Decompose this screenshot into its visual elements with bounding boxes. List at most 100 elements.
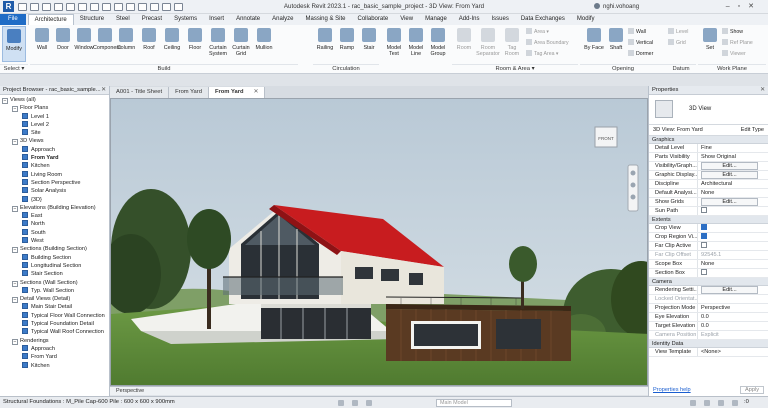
tag-icon[interactable] — [102, 2, 111, 11]
browser-item[interactable]: Longitudinal Section — [0, 261, 109, 270]
ribbon-tab-massing-site[interactable]: Massing & Site — [299, 14, 351, 25]
projection-mode-label[interactable]: Perspective — [116, 388, 144, 394]
model-text-button[interactable]: Model Text — [382, 26, 406, 62]
browser-item[interactable]: Typical Foundation Detail — [0, 320, 109, 328]
room-area-panel-label[interactable]: Room & Area ▾ — [452, 64, 578, 73]
ribbon-tab-systems[interactable]: Systems — [168, 14, 203, 25]
checkbox[interactable] — [701, 269, 707, 275]
stair-button[interactable]: Stair — [357, 26, 381, 62]
browser-item[interactable]: − Renderings — [0, 337, 109, 345]
property-value[interactable]: Fine — [697, 144, 758, 152]
opening-dormer-button[interactable]: Dormer — [628, 50, 653, 58]
ribbon-tab-data-exchanges[interactable]: Data Exchanges — [515, 14, 571, 25]
properties-help-link[interactable]: Properties help — [653, 387, 691, 393]
modify-button[interactable]: Modify — [2, 26, 26, 62]
open-icon[interactable] — [18, 2, 27, 11]
column-button[interactable]: Column — [114, 26, 138, 62]
opening-vertical-button[interactable]: Vertical — [628, 39, 653, 47]
opening-wall-button[interactable]: Wall — [628, 28, 646, 36]
browser-item[interactable]: − Sections (Wall Section) — [0, 279, 109, 287]
shaft-button[interactable]: Shaft — [604, 26, 628, 62]
railing-button[interactable]: Railing — [313, 26, 337, 62]
browser-item[interactable]: From Yard — [0, 154, 109, 162]
document-tab[interactable]: From Yard — [169, 87, 209, 98]
ribbon-tab-file[interactable]: File — [0, 14, 26, 25]
ribbon-tab-annotate[interactable]: Annotate — [230, 14, 266, 25]
measure-icon[interactable] — [78, 2, 87, 11]
browser-item[interactable]: −3D Views — [0, 137, 109, 146]
property-value[interactable]: None — [697, 189, 758, 197]
select-pinned-icon[interactable] — [718, 400, 724, 406]
browser-item[interactable]: Building Section — [0, 253, 109, 262]
apply-button[interactable]: Apply — [740, 386, 764, 394]
browser-item[interactable]: Level 1 — [0, 112, 109, 121]
text-icon[interactable] — [114, 2, 123, 11]
thin-lines-icon[interactable] — [150, 2, 159, 11]
browser-item[interactable]: From Yard — [0, 353, 109, 361]
close-icon[interactable]: ✕ — [760, 86, 765, 95]
ramp-button[interactable]: Ramp — [335, 26, 359, 62]
model-line-button[interactable]: Model Line — [404, 26, 428, 62]
tag-room-button[interactable]: Tag Room — [500, 26, 524, 62]
browser-item[interactable]: − Elevations (Building Elevation) — [0, 204, 109, 212]
ribbon-tab-collaborate[interactable]: Collaborate — [352, 14, 395, 25]
user-name[interactable]: nghi.vohoang — [594, 3, 639, 10]
section-icon[interactable] — [138, 2, 147, 11]
window-controls[interactable]: –▫✕ — [726, 2, 762, 10]
select-links-icon[interactable] — [690, 400, 696, 406]
browser-item[interactable]: South — [0, 228, 109, 237]
edit-button[interactable]: Edit... — [701, 286, 758, 294]
edit-type-button[interactable]: Edit Type — [741, 127, 768, 133]
property-value[interactable]: 0.0 — [697, 322, 758, 330]
instance-selector[interactable]: 3D View: From Yard — [649, 127, 741, 133]
collapse-toggle-icon[interactable]: − — [2, 98, 8, 104]
undo-icon[interactable] — [42, 2, 51, 11]
document-tab[interactable]: From Yard ✕ — [208, 87, 266, 98]
save-icon[interactable] — [30, 2, 39, 11]
browser-item[interactable]: Site — [0, 129, 109, 137]
area-item[interactable]: Area Boundary — [526, 39, 569, 47]
ribbon-tab-steel[interactable]: Steel — [110, 14, 136, 25]
property-value[interactable]: Edit... — [697, 198, 758, 206]
browser-item[interactable]: − Floor Plans — [0, 104, 109, 113]
checkbox[interactable] — [701, 224, 707, 230]
browser-item[interactable]: Typ. Wall Section — [0, 286, 109, 295]
worksharing-icon[interactable] — [338, 400, 344, 406]
ribbon-tab-architecture[interactable]: Architecture — [27, 14, 74, 25]
edit-button[interactable]: Edit... — [701, 171, 758, 179]
close-icon[interactable]: ✕ — [101, 86, 106, 95]
browser-item[interactable]: Level 2 — [0, 120, 109, 129]
ribbon-tab-modify[interactable]: Modify — [571, 14, 601, 25]
ribbon-tab-precast[interactable]: Precast — [136, 14, 168, 25]
editable-only-icon[interactable] — [366, 400, 372, 406]
property-value[interactable]: None — [697, 260, 758, 268]
checkbox[interactable] — [701, 233, 707, 239]
datum-grid-button[interactable]: Grid — [668, 39, 686, 47]
checkbox[interactable] — [701, 242, 707, 248]
collapse-toggle-icon[interactable]: − — [12, 106, 18, 113]
property-value[interactable]: Architectural — [697, 180, 758, 188]
browser-item[interactable]: Section Perspective — [0, 178, 109, 187]
browser-item[interactable]: Typical Wall Roof Connection — [0, 328, 109, 336]
model-group-button[interactable]: Model Group — [426, 26, 450, 62]
browser-item[interactable]: East — [0, 212, 109, 220]
ribbon-tab-manage[interactable]: Manage — [419, 14, 453, 25]
curtain-grid-button[interactable]: Curtain Grid — [229, 26, 253, 62]
browser-item[interactable]: − Sections (Building Section) — [0, 245, 109, 254]
property-value[interactable] — [697, 233, 758, 241]
workplane-viewer-button[interactable]: Viewer — [722, 50, 746, 58]
switch-windows-icon[interactable] — [174, 2, 183, 11]
checkbox[interactable] — [701, 207, 707, 213]
ribbon-tab-issues[interactable]: Issues — [485, 14, 514, 25]
collapse-toggle-icon[interactable]: − — [12, 297, 18, 304]
browser-item[interactable]: Main Stair Detail — [0, 303, 109, 311]
area-item[interactable]: Tag Area ▾ — [526, 50, 559, 58]
filter-icon[interactable] — [732, 400, 738, 406]
set-button[interactable]: Set — [698, 26, 722, 62]
active-model-selector[interactable]: Main Model — [436, 399, 512, 407]
revit-logo-icon[interactable]: R — [3, 1, 14, 12]
collapse-toggle-icon[interactable]: − — [12, 247, 18, 254]
browser-item[interactable]: Approach — [0, 344, 109, 353]
collapse-toggle-icon[interactable]: − — [12, 205, 18, 212]
viewcube-label[interactable]: FRONT — [598, 136, 614, 141]
